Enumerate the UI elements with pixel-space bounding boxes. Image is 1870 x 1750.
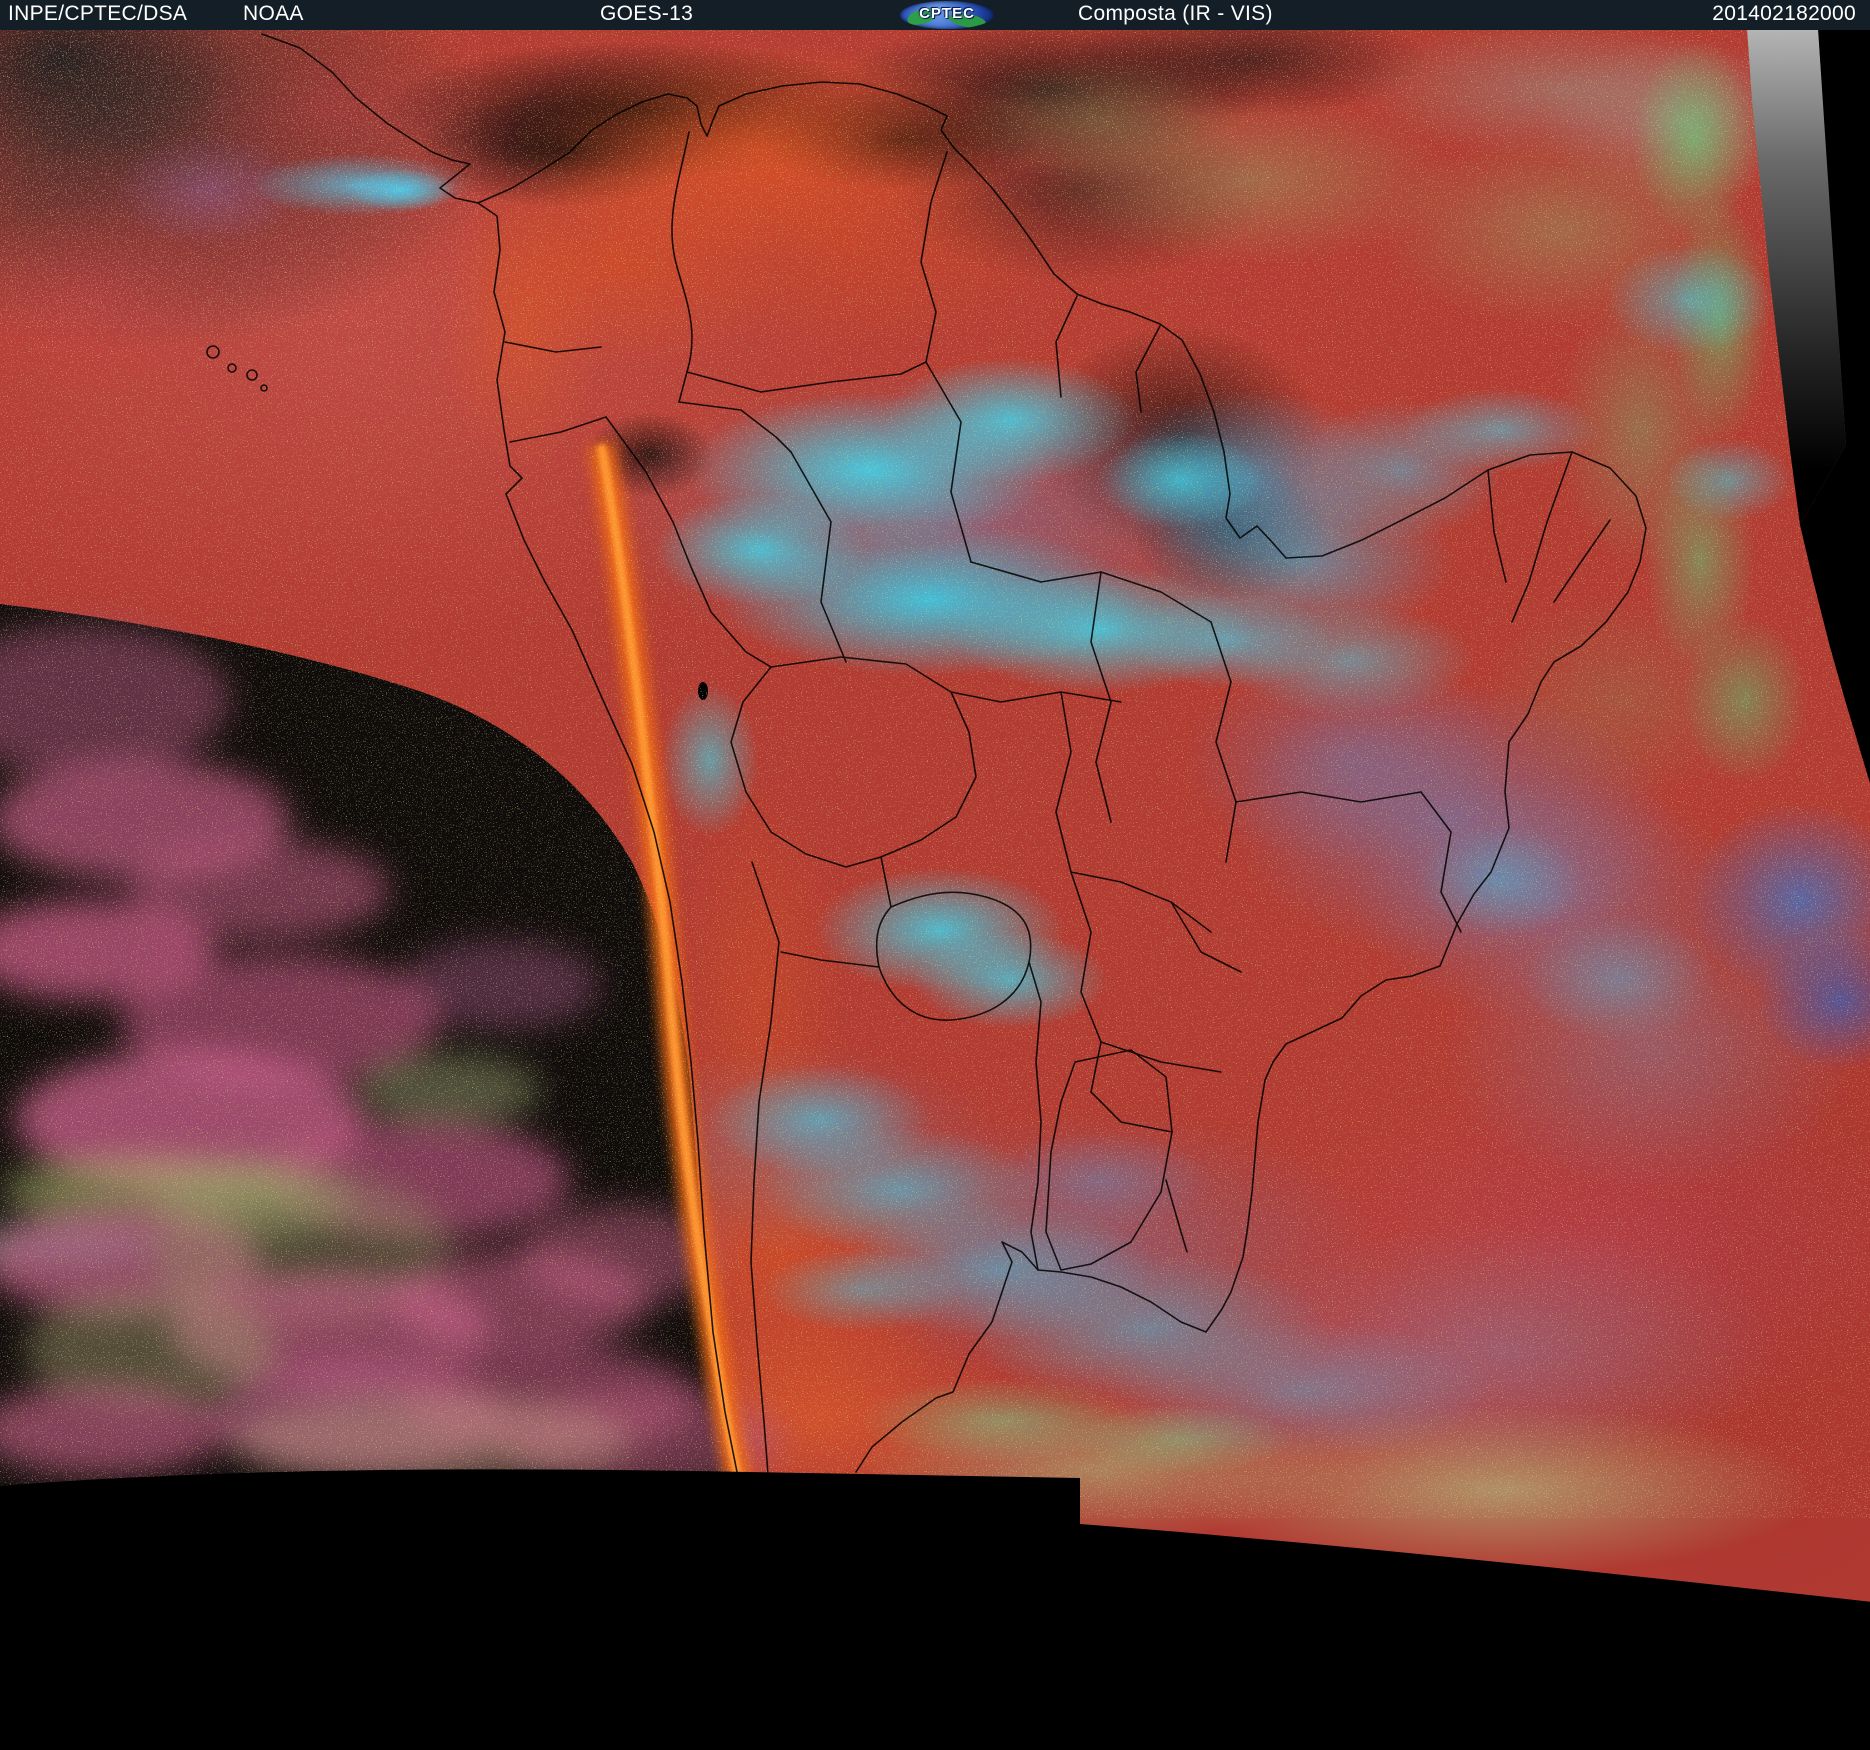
cptec-globe-logo-icon: CPTEC: [900, 1, 994, 29]
agency-label: INPE/CPTEC/DSA: [8, 2, 188, 25]
map-overlay: [0, 28, 1870, 1750]
header-bar: INPE/CPTEC/DSA NOAA GOES-13 CPTEC Compos…: [0, 0, 1870, 30]
timestamp-label: 201402182000: [1712, 2, 1856, 25]
cptec-logo-text: CPTEC: [919, 5, 975, 22]
satellite-label: GOES-13: [600, 2, 694, 25]
satellite-image: [0, 0, 1870, 1750]
product-label: Composta (IR - VIS): [1078, 2, 1273, 25]
grain-texture-red: [0, 28, 480, 328]
noaa-label: NOAA: [243, 2, 304, 25]
